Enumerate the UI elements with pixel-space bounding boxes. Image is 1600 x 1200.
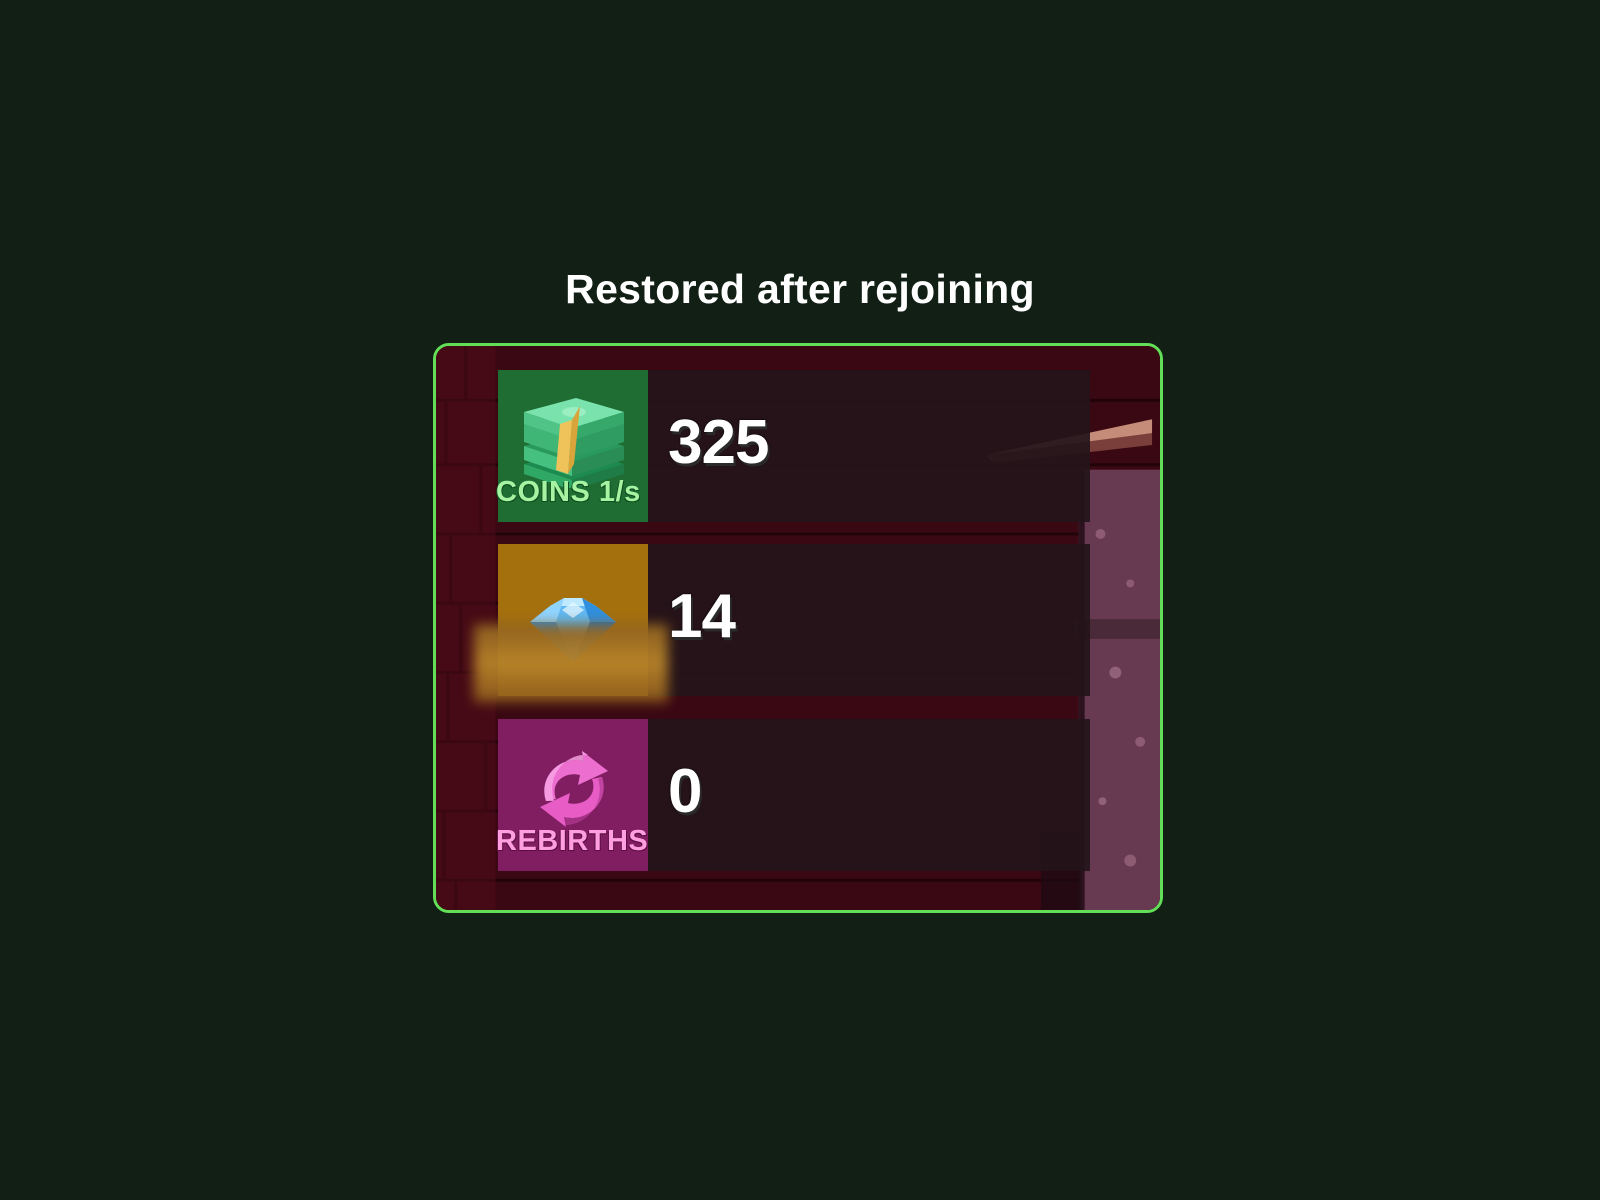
gems-value: 14 bbox=[668, 582, 736, 651]
coins-stat-row: COINS 1/s 325 bbox=[496, 370, 1090, 522]
rebirths-label: REBIRTHS bbox=[496, 825, 649, 857]
rebirths-icon-tile: REBIRTHS bbox=[496, 719, 648, 871]
coins-value: 325 bbox=[668, 408, 769, 477]
gems-icon-tile bbox=[474, 544, 668, 702]
page: Restored after rejoining COINS 1/s 325 1… bbox=[0, 0, 1600, 1200]
coins-label: COINS 1/s bbox=[496, 476, 641, 508]
rebirth-arrows-icon bbox=[540, 751, 608, 827]
rebirths-stat-row: REBIRTHS 0 bbox=[496, 719, 1090, 871]
coins-icon-tile: COINS 1/s bbox=[496, 370, 648, 522]
cash-stack-icon bbox=[524, 398, 624, 488]
rebirths-value: 0 bbox=[668, 757, 702, 826]
page-caption: Restored after rejoining bbox=[565, 266, 1035, 312]
gems-stat-row: 14 bbox=[474, 544, 1090, 702]
game-screenshot-frame: COINS 1/s 325 14 REBIRTHS 0 bbox=[433, 343, 1163, 913]
obscured-label-patch bbox=[474, 624, 668, 702]
